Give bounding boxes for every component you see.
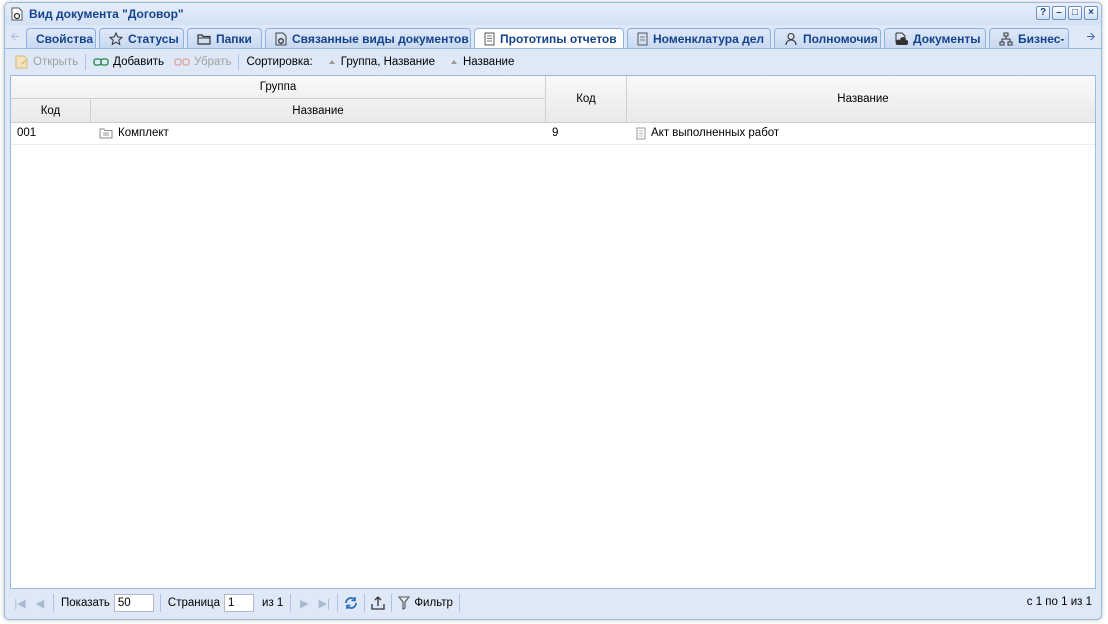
name-header[interactable]: Название (627, 76, 1095, 122)
tab-bar: 🡨 Свойства Статусы Папки Связанные виды … (5, 25, 1101, 49)
refresh-icon[interactable] (341, 593, 361, 613)
doc-gear-icon (275, 32, 287, 45)
pager-separator (337, 594, 339, 612)
sort-label: Сортировка: (246, 56, 313, 68)
tab-label: Папки (216, 31, 252, 46)
group-name-cell: Комплект (91, 122, 546, 144)
group-name-header[interactable]: Название (91, 99, 546, 122)
tab-properties[interactable]: Свойства (26, 28, 96, 48)
open-icon (15, 55, 28, 69)
toolbar-separator (238, 54, 240, 70)
window-title: Вид документа "Договор" (29, 7, 184, 21)
minimize-button[interactable]: – (1052, 6, 1066, 20)
tab-documents[interactable]: Документы (884, 28, 986, 48)
sort-name-button[interactable]: Название (444, 52, 519, 72)
close-button[interactable]: × (1084, 6, 1098, 20)
grid-toolbar: Открыть Добавить Убрать Сортировка: Груп… (10, 49, 1096, 75)
window-titlebar[interactable]: Вид документа "Договор" ? – □ × (5, 3, 1101, 25)
tab-label: Свойства (36, 31, 94, 46)
tab-folders[interactable]: Папки (187, 28, 262, 48)
paging-info: с 1 по 1 из 1 (1026, 596, 1092, 608)
grid-header: Группа Код Название Код Название (11, 76, 1095, 123)
sort-name-label: Название (462, 56, 515, 68)
table-row[interactable]: 001 Комплект 9 Акт выполненных работ (11, 122, 1095, 145)
report-prototypes-grid: Группа Код Название Код Название 001 Ком… (10, 75, 1096, 589)
page-number-input[interactable] (224, 594, 255, 612)
star-icon (109, 31, 123, 46)
sort-asc-icon (450, 60, 457, 64)
add-label: Добавить (113, 56, 164, 68)
folder-icon (197, 33, 211, 45)
tab-label: Номенклатура дел (653, 31, 765, 46)
page-size-input[interactable] (113, 594, 154, 612)
name-text: Акт выполненных работ (651, 127, 780, 139)
remove-label: Убрать (194, 56, 232, 68)
tab-statuses[interactable]: Статусы (99, 28, 184, 48)
link-icon (93, 58, 109, 66)
user-key-icon (785, 32, 797, 45)
unlink-icon (174, 58, 190, 66)
code-header[interactable]: Код (546, 76, 627, 122)
filter-button[interactable]: Фильтр (395, 593, 456, 613)
help-button[interactable]: ? (1036, 6, 1050, 20)
page-size-label: Показать (61, 597, 110, 609)
group-code-header[interactable]: Код (11, 99, 91, 122)
report-icon (484, 32, 495, 46)
tab-label: Статусы (128, 31, 179, 46)
tab-label: Полномочия (803, 31, 878, 46)
last-page-icon[interactable]: ▶| (314, 593, 334, 613)
tab-label: Связанные виды документов (292, 31, 469, 46)
document-cloud-icon (895, 32, 908, 45)
add-button[interactable]: Добавить (88, 52, 169, 72)
tab-label: Прототипы отчетов (500, 32, 617, 46)
group-code-cell: 001 (17, 127, 37, 139)
sitemap-icon (999, 32, 1013, 45)
tab-business[interactable]: Бизнес- (989, 28, 1069, 48)
sort-group-name-label: Группа, Название (340, 56, 435, 68)
pager-separator (458, 594, 460, 612)
group-header: Группа (11, 76, 546, 99)
tab-scroll-left-icon[interactable]: 🡨 (7, 29, 23, 45)
filter-icon (398, 596, 411, 610)
pager-separator (391, 594, 393, 612)
tab-scroll-right-icon[interactable]: 🡪 (1083, 29, 1099, 45)
remove-button[interactable]: Убрать (169, 52, 236, 72)
pager-separator (53, 594, 54, 612)
open-button[interactable]: Открыть (10, 52, 83, 72)
pager-separator (290, 594, 292, 612)
document-settings-icon (11, 7, 23, 21)
pager-separator (159, 594, 161, 612)
toolbar-separator (85, 54, 87, 70)
previous-page-icon[interactable]: ◀ (30, 593, 50, 613)
tab-label: Бизнес- (1018, 31, 1065, 46)
maximize-button[interactable]: □ (1068, 6, 1082, 20)
next-page-icon[interactable]: ▶ (294, 593, 314, 613)
tab-permissions[interactable]: Полномочия (774, 28, 881, 48)
sort-asc-icon (328, 60, 335, 64)
tab-report-prototypes[interactable]: Прототипы отчетов (474, 28, 624, 48)
page-label: Страница (167, 597, 221, 609)
document-type-window: Вид документа "Договор" ? – □ × 🡨 Свойст… (4, 2, 1102, 620)
paging-toolbar: |◀ ◀ Показать Страница из 1 ▶ ▶| Фильтр … (10, 591, 1096, 615)
code-cell: 9 (552, 127, 559, 139)
folder-icon (99, 128, 113, 138)
report-icon (636, 127, 646, 139)
sort-group-name-button[interactable]: Группа, Название (322, 52, 440, 72)
tab-label: Документы (913, 31, 981, 46)
name-cell: Акт выполненных работ (627, 122, 1095, 144)
first-page-icon[interactable]: |◀ (10, 593, 30, 613)
group-name-text: Комплект (118, 127, 169, 139)
pager-separator (364, 594, 366, 612)
page-count-label: из 1 (262, 597, 284, 609)
export-icon[interactable] (368, 593, 388, 613)
open-label: Открыть (33, 56, 79, 68)
tab-case-nomenclature[interactable]: Номенклатура дел (627, 28, 771, 48)
tab-related-document-types[interactable]: Связанные виды документов (265, 28, 471, 48)
archive-icon (637, 32, 648, 45)
filter-label: Фильтр (414, 597, 453, 609)
